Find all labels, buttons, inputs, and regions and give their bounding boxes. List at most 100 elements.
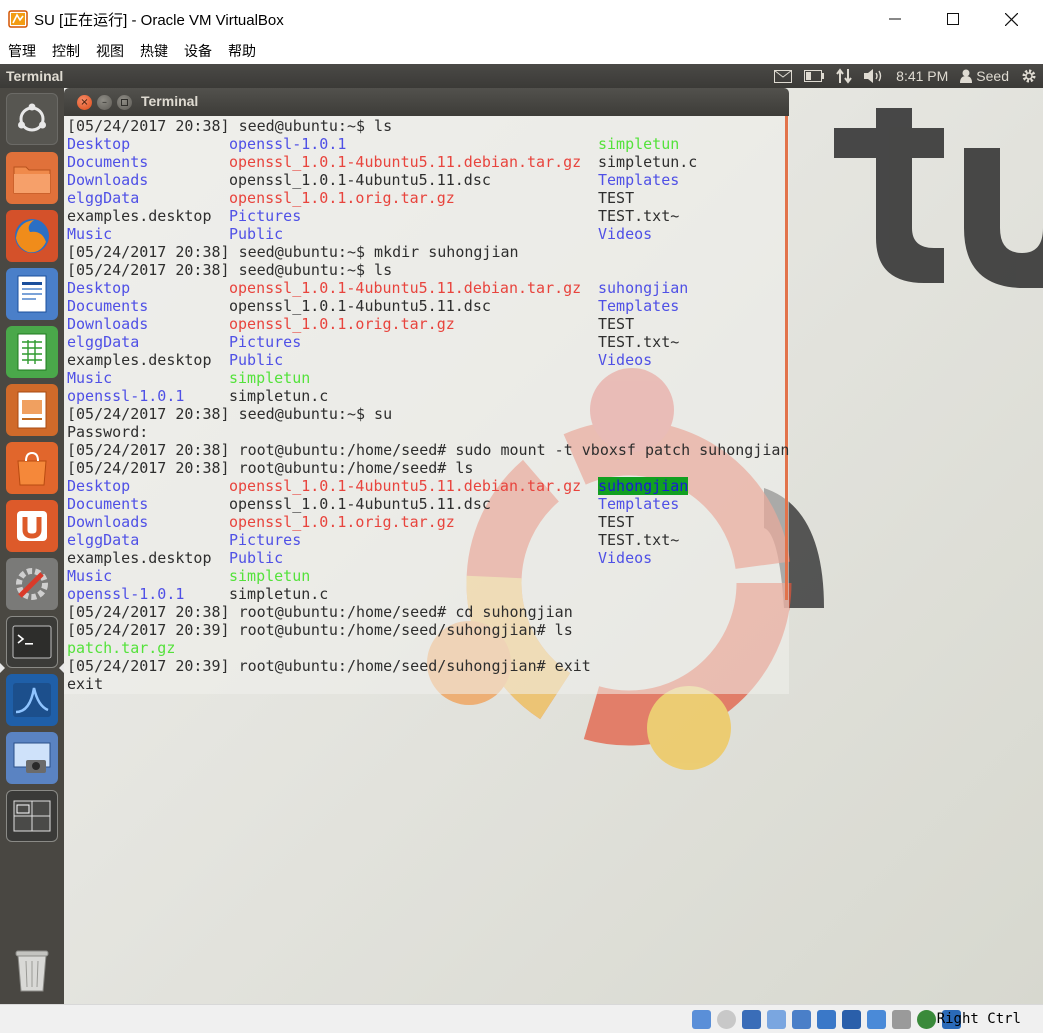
- ls-entry-text: TEST.txt~: [598, 207, 680, 225]
- terminal-window[interactable]: × – Terminal [05/24/2017 20:38] seed@ubu…: [64, 88, 789, 694]
- ls-entry-text: TEST: [598, 513, 635, 531]
- host-window-title: SU [正在运行] - Oracle VM VirtualBox: [34, 12, 284, 29]
- menu-control[interactable]: 控制: [52, 41, 80, 61]
- mail-icon[interactable]: [774, 69, 793, 83]
- settings-gear-icon[interactable]: [1021, 68, 1037, 84]
- ls-entry-executable-file: simpletun: [229, 567, 311, 585]
- running-app-indicator: [0, 663, 5, 673]
- launcher-dash-home[interactable]: [6, 93, 58, 145]
- launcher-workspace-switcher[interactable]: [6, 790, 58, 842]
- vm-screen[interactable]: Terminal 8:41 PM Seed × – Terminal [05/2…: [0, 64, 1043, 1004]
- launcher-system-settings[interactable]: [6, 558, 58, 610]
- ubuntu-logo-icon: [18, 103, 46, 132]
- launcher-screenshot[interactable]: [6, 732, 58, 784]
- launcher-impress[interactable]: [6, 384, 58, 436]
- ls-entry-directory: Videos: [598, 225, 653, 243]
- minimize-button[interactable]: [866, 0, 924, 38]
- ls-entry-directory: openssl-1.0.1: [229, 135, 347, 153]
- ls-entry-archive-file: openssl_1.0.1-4ubuntu5.11.debian.tar.gz: [229, 153, 582, 171]
- terminal-scrollbar[interactable]: [785, 116, 788, 600]
- video-capture-icon[interactable]: [867, 1010, 886, 1029]
- terminal-command-text: [05/24/2017 20:38] seed@ubuntu:~$ ls: [67, 117, 393, 135]
- host-menubar: 管理 控制 视图 热键 设备 帮助: [0, 38, 1043, 64]
- terminal-command-text: [05/24/2017 20:38] seed@ubuntu:~$ ls: [67, 261, 393, 279]
- ls-entry-directory: Music: [67, 225, 113, 243]
- harddisk-icon[interactable]: [692, 1010, 711, 1029]
- close-icon: ×: [80, 96, 89, 108]
- minimize-icon: –: [102, 96, 107, 108]
- audio-icon[interactable]: [742, 1010, 761, 1029]
- shared-folders-icon[interactable]: [817, 1010, 836, 1029]
- terminal-maximize-button[interactable]: [117, 95, 132, 110]
- vbox-statusbar: Right Ctrl: [0, 1004, 1043, 1033]
- menu-hotkey[interactable]: 热键: [140, 41, 168, 61]
- shark-fin-icon: [13, 683, 51, 717]
- launcher-trash[interactable]: [6, 944, 58, 996]
- maximize-icon: [121, 99, 128, 106]
- firefox-icon: [15, 219, 49, 253]
- ls-entry-directory: Videos: [598, 549, 653, 567]
- terminal-command-text: Password:: [67, 423, 149, 441]
- user-menu[interactable]: Seed: [960, 68, 1009, 84]
- panel-clock[interactable]: 8:41 PM: [896, 68, 948, 84]
- mouse-integration-icon[interactable]: [917, 1010, 936, 1029]
- ls-entry-directory: Desktop: [67, 135, 131, 153]
- ls-entry-text: TEST: [598, 315, 635, 333]
- terminal-command-text: patch.tar.gz: [67, 639, 176, 657]
- trash-icon: [15, 950, 49, 992]
- menu-view[interactable]: 视图: [96, 41, 124, 61]
- terminal-command-text: [05/24/2017 20:38] seed@ubuntu:~$ mkdir …: [67, 243, 519, 261]
- terminal-output[interactable]: [05/24/2017 20:38] seed@ubuntu:~$ ls Desk…: [64, 116, 789, 694]
- ls-entry-directory: Public: [229, 225, 284, 243]
- ls-entry-directory: Templates: [598, 297, 680, 315]
- spreadsheet-icon: [17, 333, 47, 371]
- ls-entry-directory: Public: [229, 549, 284, 567]
- maximize-button[interactable]: [924, 0, 982, 38]
- ls-entry-text: TEST: [598, 189, 635, 207]
- volume-icon[interactable]: [864, 69, 884, 83]
- menu-help[interactable]: 帮助: [228, 41, 256, 61]
- battery-icon[interactable]: [804, 70, 825, 82]
- display-icon[interactable]: [842, 1010, 861, 1029]
- launcher-writer[interactable]: [6, 268, 58, 320]
- launcher-ubuntu-one[interactable]: [6, 500, 58, 552]
- launcher-firefox[interactable]: [6, 210, 58, 262]
- presentation-icon: [17, 391, 47, 429]
- ls-entry-executable-file: simpletun: [598, 135, 680, 153]
- terminal-titlebar[interactable]: × – Terminal: [64, 88, 789, 116]
- launcher-files[interactable]: [6, 152, 58, 204]
- terminal-minimize-button[interactable]: –: [97, 95, 112, 110]
- launcher-terminal[interactable]: [6, 616, 58, 668]
- terminal-command-text: [05/24/2017 20:38] root@ubuntu:/home/see…: [67, 459, 474, 477]
- terminal-title: Terminal: [141, 93, 199, 109]
- terminal-command-text: [05/24/2017 20:38] root@ubuntu:/home/see…: [67, 441, 789, 459]
- launcher-software-center[interactable]: [6, 442, 58, 494]
- network-icon[interactable]: [836, 68, 852, 84]
- ls-entry-text: TEST.txt~: [598, 531, 680, 549]
- cpu-icon[interactable]: [892, 1010, 911, 1029]
- workspaces-icon: [13, 800, 51, 832]
- terminal-command-text: exit: [67, 675, 104, 693]
- usb-icon[interactable]: [792, 1010, 811, 1029]
- menu-devices[interactable]: 设备: [184, 41, 212, 61]
- ls-entry-directory: openssl-1.0.1: [67, 585, 185, 603]
- terminal-close-button[interactable]: ×: [77, 95, 92, 110]
- ls-entry-directory: elggData: [67, 189, 140, 207]
- ls-entry-directory: openssl-1.0.1: [67, 387, 185, 405]
- network-adapter-icon[interactable]: [767, 1010, 786, 1029]
- camera-icon: [13, 742, 51, 773]
- optical-drive-icon[interactable]: [717, 1010, 736, 1029]
- launcher-calc[interactable]: [6, 326, 58, 378]
- terminal-command-text: [05/24/2017 20:38] root@ubuntu:/home/see…: [67, 603, 573, 621]
- ls-entry-text: simpletun.c: [229, 585, 329, 603]
- ls-entry-text: examples.desktop: [67, 351, 212, 369]
- vbox-device-icons: [692, 1010, 961, 1029]
- close-button[interactable]: [982, 0, 1040, 38]
- host-titlebar: SU [正在运行] - Oracle VM VirtualBox: [0, 0, 1043, 38]
- launcher-wireshark[interactable]: [6, 674, 58, 726]
- ls-entry-mounted-directory: suhongjian: [598, 477, 689, 495]
- terminal-command-text: [05/24/2017 20:39] root@ubuntu:/home/see…: [67, 621, 573, 639]
- menu-manage[interactable]: 管理: [8, 41, 36, 61]
- ls-entry-text: TEST.txt~: [598, 333, 680, 351]
- close-icon: [1004, 12, 1018, 26]
